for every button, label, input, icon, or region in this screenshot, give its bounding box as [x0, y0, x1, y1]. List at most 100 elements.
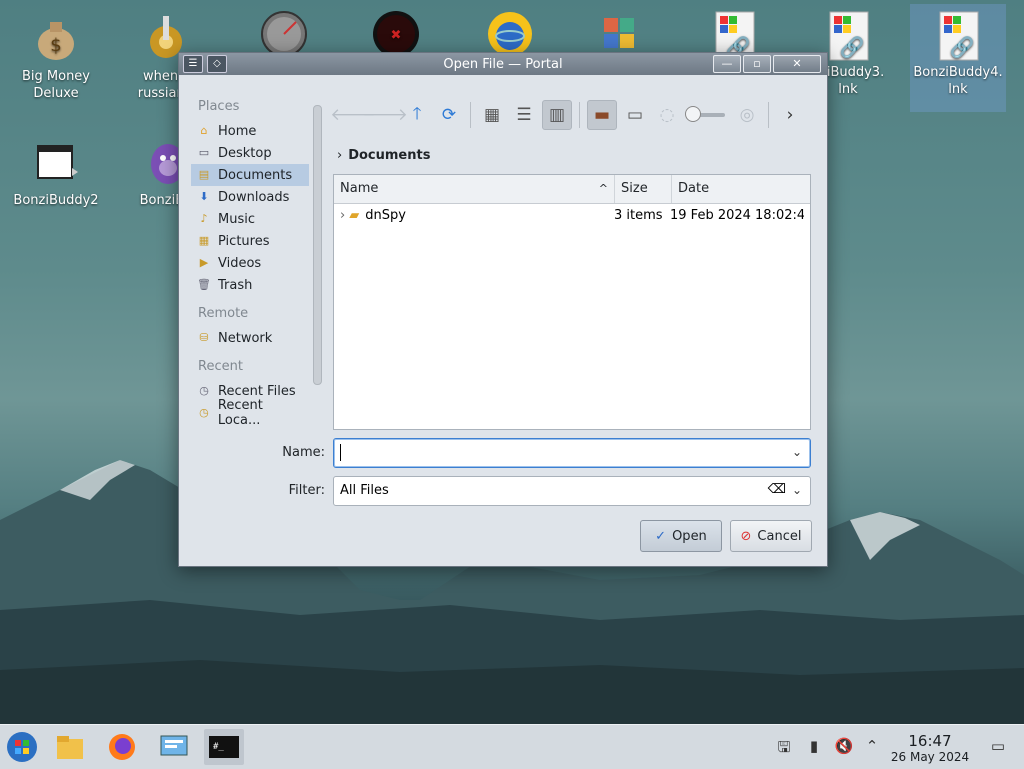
places-item-music[interactable]: ♪ Music — [191, 208, 309, 230]
desktop-icon-big-money-deluxe[interactable]: $ Big Money Deluxe — [8, 8, 104, 102]
svg-text:#_: #_ — [213, 742, 224, 752]
firefox-icon — [109, 734, 135, 760]
firefox-taskbar-button[interactable] — [104, 729, 140, 765]
volume-muted-icon[interactable]: 🔇 — [834, 737, 854, 757]
trash-icon: 🗑 — [197, 278, 211, 291]
chevron-right-icon: › — [337, 148, 343, 163]
speedometer-icon — [260, 10, 308, 58]
detail-view-button[interactable]: ▥ — [542, 100, 572, 130]
zoom-in-icon[interactable]: ◎ — [733, 101, 761, 129]
clock-date: 26 May 2024 — [890, 750, 970, 764]
svg-text:$: $ — [50, 35, 61, 56]
desktop-icon-bonzibuddy2[interactable]: BonziBuddy2 — [8, 132, 104, 209]
places-item-downloads[interactable]: ⬇ Downloads — [191, 186, 309, 208]
up-folder-button[interactable]: 🡑 — [403, 101, 431, 129]
checkmark-icon: ✓ — [655, 528, 667, 544]
desktop-icon-bonzibuddy4[interactable]: 🔗 BonziBuddy4. lnk — [910, 4, 1006, 112]
home-folder-icon: ⌂ — [200, 124, 208, 137]
navigation-toolbar: 🡐 🡒 🡑 ⟳ ▦ ☰ ▥ ▬ ▭ ◌ ◎ › — [330, 99, 804, 131]
toolbar-separator — [470, 102, 471, 128]
clipboard-tray-icon[interactable]: 🖫 — [774, 737, 794, 757]
chevron-down-icon[interactable]: ⌄ — [792, 483, 802, 497]
folder-icon — [57, 736, 83, 759]
cancel-icon: ⊘ — [740, 528, 752, 544]
file-name-cell: › ▰ dnSpy — [340, 207, 406, 223]
places-panel: Places ⌂ Home ▭ Desktop ▤ Documents ⬇ Downlo… — [191, 93, 309, 433]
icons-view-button[interactable]: ▦ — [478, 101, 506, 129]
forward-button[interactable]: 🡒 — [362, 101, 408, 129]
places-item-videos[interactable]: ▶ Videos — [191, 252, 309, 274]
column-header-size[interactable]: Size — [615, 175, 672, 203]
filter-combobox[interactable]: All Files ⌫ ⌄ — [333, 476, 811, 506]
taskbar: #_ 🖫 ▮ 🔇 ⌃ 16:47 26 May 2024 ▭ — [0, 724, 1024, 769]
zoom-out-icon[interactable]: ◌ — [653, 101, 681, 129]
preview-button[interactable]: ▬ — [587, 100, 617, 130]
places-item-home[interactable]: ⌂ Home — [191, 120, 309, 142]
start-menu-button[interactable] — [4, 729, 40, 765]
zoom-slider[interactable] — [685, 106, 725, 122]
zoom-slider-handle[interactable] — [685, 106, 701, 122]
battery-tray-icon[interactable]: ▮ — [804, 737, 824, 757]
clock[interactable]: 16:47 26 May 2024 — [884, 732, 976, 764]
places-item-desktop[interactable]: ▭ Desktop — [191, 142, 309, 164]
reload-button[interactable]: ⟳ — [435, 101, 463, 129]
places-item-pictures[interactable]: ▦ Pictures — [191, 230, 309, 252]
terminal-icon: #_ — [209, 736, 239, 758]
places-item-network[interactable]: ⛁ Network — [191, 327, 309, 349]
breadcrumb-item[interactable]: Documents — [348, 148, 430, 163]
svg-text:🔗: 🔗 — [840, 35, 865, 59]
split-view-button[interactable]: ▭ — [621, 101, 649, 129]
music-folder-icon: ♪ — [200, 212, 208, 225]
file-size-cell: 3 items — [614, 207, 663, 223]
places-section-title: Places — [198, 99, 240, 114]
open-button[interactable]: ✓ Open — [640, 520, 722, 552]
filter-value: All Files — [340, 483, 389, 498]
column-header-name[interactable]: Name ^ — [334, 175, 615, 203]
table-row[interactable]: › ▰ dnSpy 3 items 19 Feb 2024 18:02:42 — [334, 204, 810, 226]
network-folder-icon: ⛁ — [199, 331, 209, 344]
breadcrumb[interactable]: › Documents — [337, 148, 430, 163]
globe-sun-icon — [486, 10, 534, 58]
chevron-down-icon[interactable]: ⌄ — [792, 445, 802, 459]
maximize-button[interactable]: ▫ — [743, 55, 771, 73]
clear-text-icon[interactable]: ⌫ — [768, 482, 786, 497]
expand-tray-chevron-icon[interactable]: ⌃ — [862, 737, 882, 757]
file-list[interactable]: Name ^ Size Date › ▰ dnSpy 3 items 19 Fe… — [333, 174, 811, 430]
places-item-trash[interactable]: 🗑 Trash — [191, 274, 309, 296]
more-options-chevron-icon[interactable]: › — [776, 101, 804, 129]
control-panel-icon — [160, 735, 188, 756]
file-list-header: Name ^ Size Date — [334, 175, 810, 204]
open-file-dialog: ☰ ◇ Open File — Portal — ▫ ✕ Places ⌂ Hom… — [178, 52, 828, 567]
show-desktop-icon[interactable]: ▭ — [988, 737, 1008, 757]
toolbar-separator — [579, 102, 580, 128]
file-manager-taskbar-button[interactable] — [52, 729, 88, 765]
sort-ascending-icon: ^ — [598, 182, 608, 195]
shortcut-link-icon: 🔗 — [710, 10, 758, 61]
window-titlebar[interactable]: ☰ ◇ Open File — Portal — ▫ ✕ — [179, 53, 827, 75]
windows-orb-icon — [7, 732, 37, 762]
places-item-documents[interactable]: ▤ Documents — [191, 164, 309, 186]
desktop-icon: ▭ — [198, 146, 210, 159]
shortcut-link-icon: 🔗 — [934, 10, 982, 61]
control-panel-taskbar-button[interactable] — [156, 729, 192, 765]
places-section-title: Remote — [198, 306, 249, 321]
minimize-button[interactable]: — — [713, 55, 741, 73]
name-label: Name: — [282, 445, 325, 460]
cancel-button[interactable]: ⊘ Cancel — [730, 520, 812, 552]
desktop-icon-label: BonziBuddy4. lnk — [913, 65, 1003, 97]
file-name-input[interactable]: ⌄ — [333, 438, 811, 468]
file-date-cell: 19 Feb 2024 18:02:42 — [670, 207, 804, 223]
places-item-recent-locations[interactable]: ◷ Recent Loca... — [191, 398, 309, 428]
compact-view-button[interactable]: ☰ — [510, 101, 538, 129]
downloads-folder-icon: ⬇ — [199, 190, 209, 203]
close-button[interactable]: ✕ — [773, 55, 821, 73]
expand-chevron-icon[interactable]: › — [340, 208, 345, 223]
places-scrollbar[interactable] — [313, 105, 322, 385]
file-name-text[interactable] — [334, 439, 772, 467]
red-circle-app-icon: ✖ — [372, 10, 420, 58]
folder-icon: ▰ — [349, 207, 360, 223]
desktop-icon-label: BonziBuddy2 — [13, 193, 99, 208]
terminal-taskbar-button[interactable]: #_ — [204, 729, 244, 765]
column-header-date[interactable]: Date — [672, 175, 810, 203]
recent-locations-icon: ◷ — [199, 406, 209, 419]
